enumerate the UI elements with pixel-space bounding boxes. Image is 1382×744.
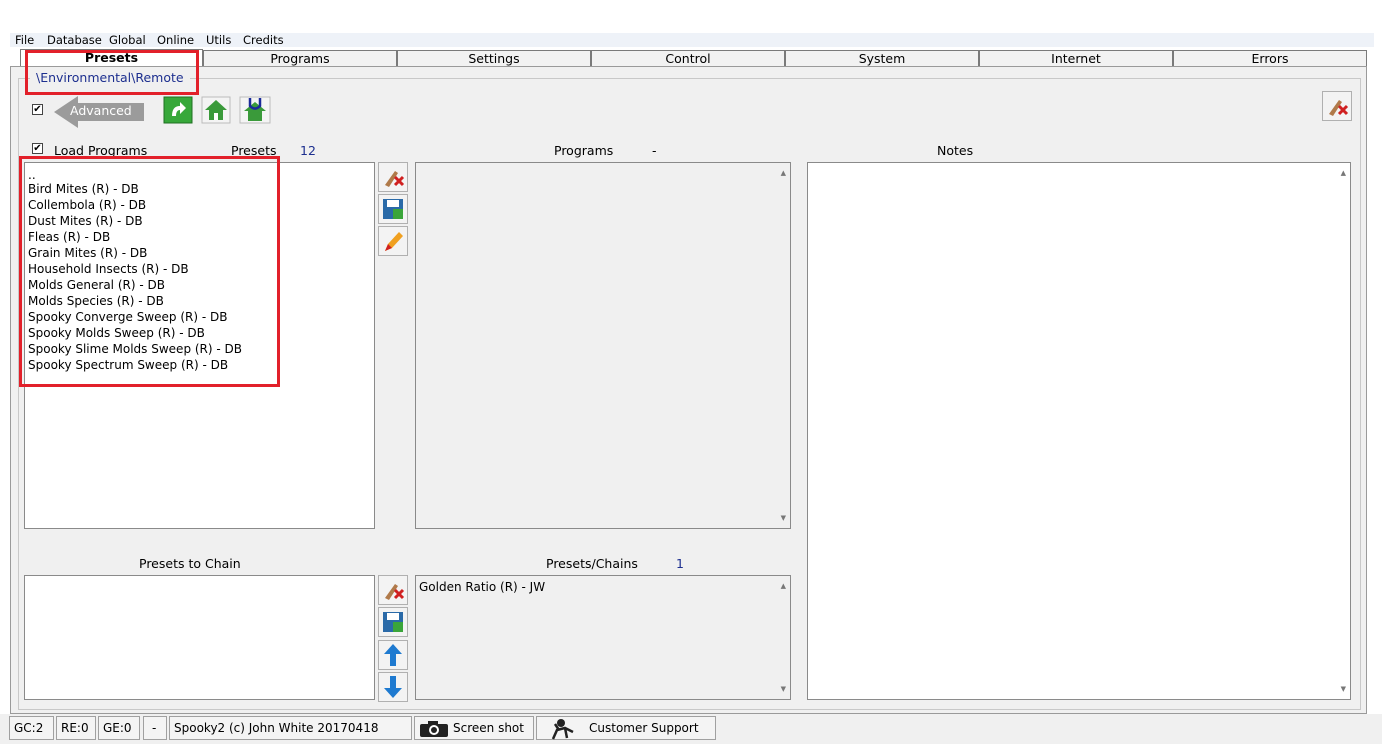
tab-system[interactable]: System bbox=[785, 50, 979, 66]
move-down-button[interactable] bbox=[378, 672, 408, 702]
tab-settings[interactable]: Settings bbox=[397, 50, 591, 66]
status-dash: - bbox=[143, 716, 167, 740]
customer-support-button[interactable]: Customer Support bbox=[536, 716, 716, 740]
customer-support-label: Customer Support bbox=[589, 721, 699, 735]
menu-bar: File Database Global Online Utils Credit… bbox=[10, 33, 1374, 47]
save-chain-button[interactable] bbox=[378, 607, 408, 637]
scroll-up-icon[interactable]: ▲ bbox=[781, 169, 786, 177]
clear-all-button[interactable] bbox=[1322, 91, 1352, 121]
arrow-up-icon bbox=[384, 644, 402, 666]
menu-global[interactable]: Global bbox=[109, 33, 146, 47]
advanced-label: Advanced bbox=[70, 103, 132, 118]
edit-preset-button[interactable] bbox=[378, 226, 408, 256]
broom-delete-icon bbox=[385, 584, 405, 600]
notes-textarea[interactable]: ▲ ▼ bbox=[807, 162, 1351, 700]
scroll-down-icon[interactable]: ▼ bbox=[781, 685, 786, 693]
load-programs-checkbox[interactable]: ✔ bbox=[32, 143, 43, 154]
list-item[interactable]: Golden Ratio (R) - JW bbox=[419, 579, 545, 595]
save-disk-icon bbox=[383, 199, 403, 219]
status-re: RE:0 bbox=[56, 716, 96, 740]
pencil-icon bbox=[385, 232, 403, 251]
programs-list[interactable]: ▲ ▼ bbox=[415, 162, 791, 529]
highlight-tab-path bbox=[25, 50, 199, 95]
upload-refresh-icon[interactable] bbox=[163, 96, 193, 124]
home-icon[interactable] bbox=[201, 96, 231, 124]
tab-errors[interactable]: Errors bbox=[1173, 50, 1367, 66]
programs-count: - bbox=[652, 143, 657, 158]
presets-to-chain-list[interactable] bbox=[24, 575, 375, 700]
presets-chains-count: 1 bbox=[676, 556, 684, 571]
scroll-down-icon[interactable]: ▼ bbox=[781, 514, 786, 522]
presets-chains-list[interactable]: Golden Ratio (R) - JW ▲ ▼ bbox=[415, 575, 791, 700]
tab-programs[interactable]: Programs bbox=[203, 50, 397, 66]
tab-internet[interactable]: Internet bbox=[979, 50, 1173, 66]
menu-database[interactable]: Database bbox=[47, 33, 102, 47]
tab-control[interactable]: Control bbox=[591, 50, 785, 66]
status-gc: GC:2 bbox=[9, 716, 54, 740]
menu-file[interactable]: File bbox=[15, 33, 34, 47]
scroll-up-icon[interactable]: ▲ bbox=[1341, 169, 1346, 177]
programs-header: Programs bbox=[554, 143, 614, 158]
presets-to-chain-header: Presets to Chain bbox=[139, 556, 241, 571]
screenshot-label: Screen shot bbox=[453, 721, 524, 735]
clear-programs-button[interactable] bbox=[378, 162, 408, 192]
clear-chain-button[interactable] bbox=[378, 575, 408, 605]
status-ge: GE:0 bbox=[98, 716, 140, 740]
home-u-icon[interactable] bbox=[239, 96, 271, 124]
scroll-down-icon[interactable]: ▼ bbox=[1341, 685, 1346, 693]
screenshot-button[interactable]: Screen shot bbox=[414, 716, 534, 740]
highlight-presets-list bbox=[19, 156, 280, 387]
save-disk-icon bbox=[383, 612, 403, 632]
arrow-down-icon bbox=[384, 676, 402, 698]
menu-online[interactable]: Online bbox=[157, 33, 194, 47]
save-preset-button[interactable] bbox=[378, 194, 408, 224]
support-person-icon bbox=[551, 719, 574, 740]
status-copyright: Spooky2 (c) John White 20170418 bbox=[169, 716, 412, 740]
broom-delete-icon bbox=[385, 171, 405, 187]
presets-count: 12 bbox=[300, 143, 316, 158]
scroll-up-icon[interactable]: ▲ bbox=[781, 582, 786, 590]
menu-utils[interactable]: Utils bbox=[206, 33, 231, 47]
presets-chains-header: Presets/Chains bbox=[546, 556, 638, 571]
advanced-checkbox[interactable]: ✔ bbox=[32, 104, 43, 115]
broom-delete-icon bbox=[1329, 100, 1349, 116]
notes-header: Notes bbox=[937, 143, 974, 158]
camera-icon bbox=[420, 721, 448, 737]
move-up-button[interactable] bbox=[378, 640, 408, 670]
menu-credits[interactable]: Credits bbox=[243, 33, 284, 47]
